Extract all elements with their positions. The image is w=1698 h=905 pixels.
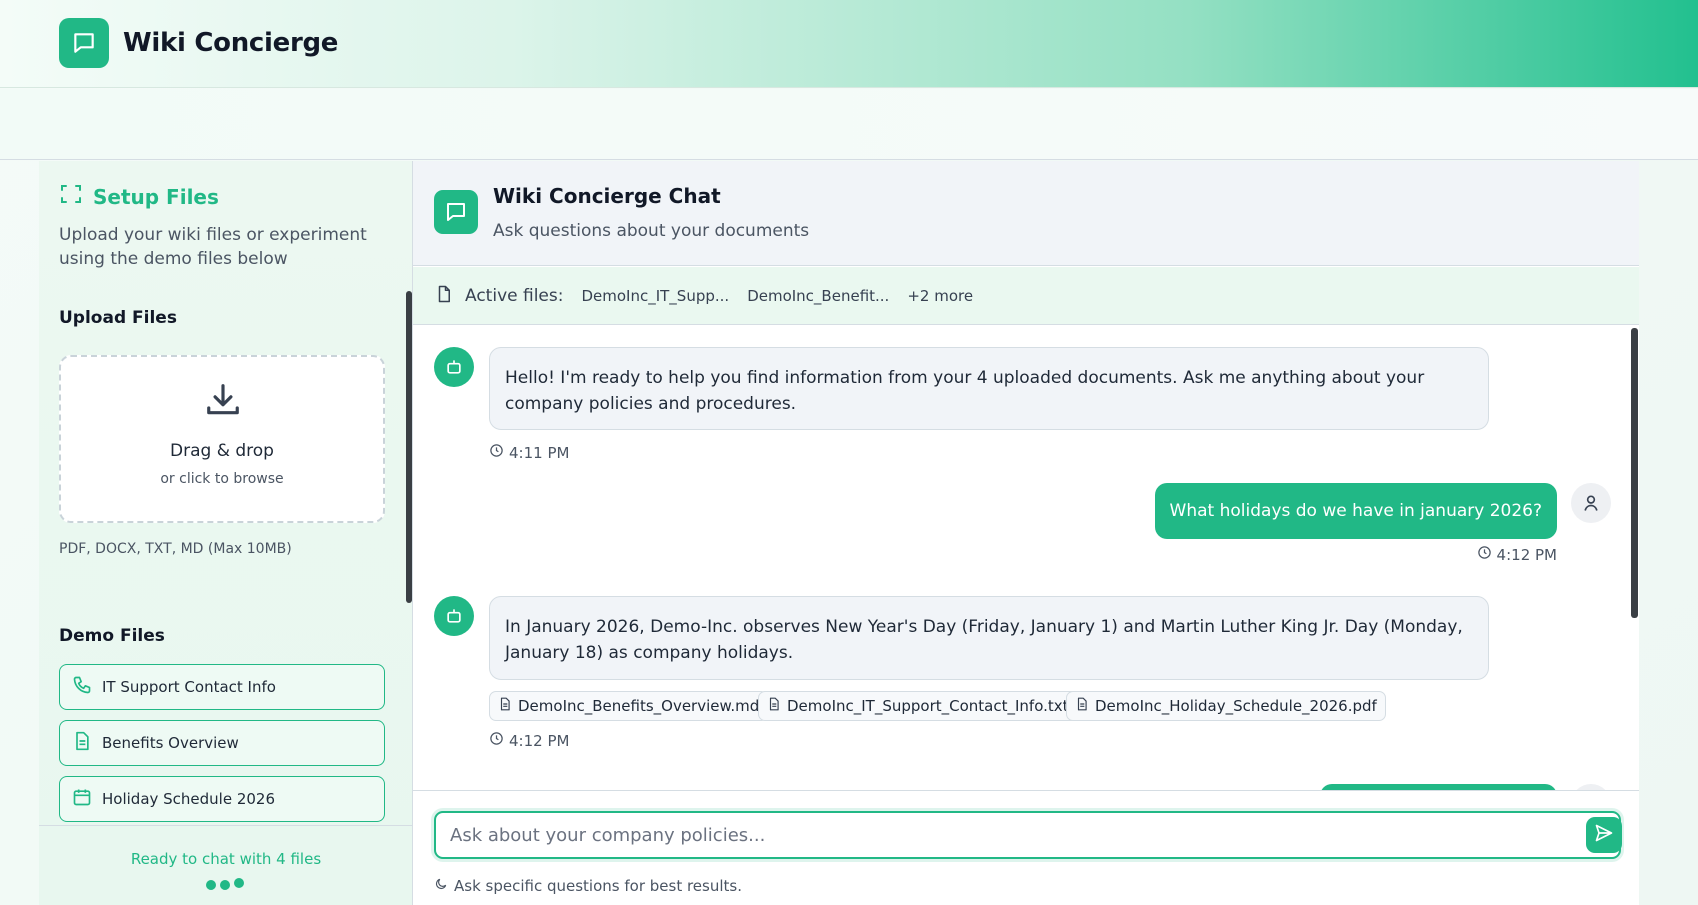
composer: Ask specific questions for best results. — [413, 790, 1639, 905]
demo-file-it-support-button[interactable]: IT Support Contact Info — [59, 664, 385, 710]
document-icon — [1075, 696, 1089, 716]
user-message-bubble: What holidays do we have in january 2026… — [1154, 483, 1557, 539]
document-icon — [767, 696, 781, 716]
message-input-container — [434, 811, 1622, 859]
chat-bubble-icon — [434, 190, 478, 234]
active-file-chip[interactable]: DemoInc_Benefit... — [747, 287, 889, 305]
chat-header: Wiki Concierge Chat Ask questions about … — [413, 161, 1639, 266]
active-file-chip[interactable]: DemoInc_IT_Supp... — [581, 287, 729, 305]
source-file-chip[interactable]: DemoInc_Holiday_Schedule_2026.pdf — [1066, 691, 1386, 721]
demo-file-label: Benefits Overview — [102, 734, 239, 752]
message-input[interactable] — [450, 813, 1550, 857]
bot-avatar — [434, 596, 474, 636]
file-icon — [435, 284, 453, 308]
source-file-name: DemoInc_IT_Support_Contact_Info.txt — [787, 697, 1069, 715]
source-file-chip[interactable]: DemoInc_IT_Support_Contact_Info.txt — [758, 691, 1078, 721]
calendar-icon — [72, 787, 92, 811]
app-title: Wiki Concierge — [123, 28, 339, 58]
dot-2 — [220, 880, 230, 890]
source-file-name: DemoInc_Holiday_Schedule_2026.pdf — [1095, 697, 1377, 715]
message-timestamp: 4:12 PM — [489, 731, 569, 750]
clock-icon — [489, 731, 504, 750]
setup-description: Upload your wiki files or experiment usi… — [59, 225, 367, 269]
bot-avatar — [434, 347, 474, 387]
scan-frame-icon — [59, 182, 83, 211]
sidebar-scrollbar[interactable] — [406, 291, 412, 603]
supported-formats: PDF, DOCX, TXT, MD (Max 10MB) — [59, 541, 292, 557]
source-file-chip[interactable]: DemoInc_Benefits_Overview.md — [489, 691, 769, 721]
dropzone-title: Drag & drop — [170, 441, 274, 461]
document-icon — [72, 731, 92, 755]
source-file-name: DemoInc_Benefits_Overview.md — [518, 697, 760, 715]
message-timestamp: 4:12 PM — [1477, 545, 1557, 564]
message-list: Hello! I'm ready to help you find inform… — [413, 326, 1639, 790]
moon-icon — [434, 877, 448, 895]
timestamp-text: 4:12 PM — [1496, 545, 1557, 564]
demo-file-label: IT Support Contact Info — [102, 678, 276, 696]
clock-icon — [489, 443, 504, 462]
ready-status-text: Ready to chat with 4 files — [130, 850, 322, 868]
demo-file-label: Holiday Schedule 2026 — [102, 790, 276, 808]
upload-files-label: Upload Files — [59, 308, 177, 328]
send-icon — [1594, 823, 1614, 847]
timestamp-text: 4:11 PM — [509, 443, 570, 462]
file-dropzone[interactable]: Drag & drop or click to browse — [59, 355, 385, 523]
phone-icon — [72, 675, 92, 699]
active-files-bar: Active files: DemoInc_IT_Supp... DemoInc… — [413, 267, 1639, 325]
bot-message-bubble: Hello! I'm ready to help you find inform… — [489, 347, 1489, 430]
app-header: Wiki Concierge — [0, 0, 1698, 88]
download-icon — [204, 381, 242, 423]
sub-header-bar — [0, 89, 1698, 160]
loading-dots — [206, 878, 244, 890]
clock-icon — [1477, 545, 1492, 564]
chat-panel: Wiki Concierge Chat Ask questions about … — [413, 161, 1639, 905]
chat-subtitle: Ask questions about your documents — [493, 221, 810, 241]
send-button[interactable] — [1586, 817, 1622, 853]
dot-1 — [206, 880, 216, 890]
demo-file-benefits-button[interactable]: Benefits Overview — [59, 720, 385, 766]
demo-file-holiday-button[interactable]: Holiday Schedule 2026 — [59, 776, 385, 822]
messages-scrollbar[interactable] — [1631, 328, 1638, 618]
setup-sidebar: Setup Files Upload your wiki files or ex… — [39, 161, 413, 905]
setup-title-label: Setup Files — [93, 184, 219, 209]
setup-files-heading: Setup Files — [59, 182, 219, 211]
bot-message-bubble: In January 2026, Demo-Inc. observes New … — [489, 596, 1489, 680]
user-avatar — [1571, 483, 1611, 523]
more-files-link[interactable]: +2 more — [907, 287, 973, 305]
dot-3 — [234, 878, 244, 888]
hint-text: Ask specific questions for best results. — [454, 877, 742, 895]
chat-bubble-logo-icon — [59, 18, 109, 68]
chat-title: Wiki Concierge Chat — [493, 184, 721, 208]
timestamp-text: 4:12 PM — [509, 731, 570, 750]
dropzone-subtitle: or click to browse — [160, 471, 284, 487]
active-files-label: Active files: — [465, 285, 564, 306]
input-hint: Ask specific questions for best results. — [434, 877, 742, 895]
message-timestamp: 4:11 PM — [489, 443, 569, 462]
demo-files-label: Demo Files — [59, 626, 165, 646]
sidebar-status: Ready to chat with 4 files — [39, 825, 412, 905]
document-icon — [498, 696, 512, 716]
